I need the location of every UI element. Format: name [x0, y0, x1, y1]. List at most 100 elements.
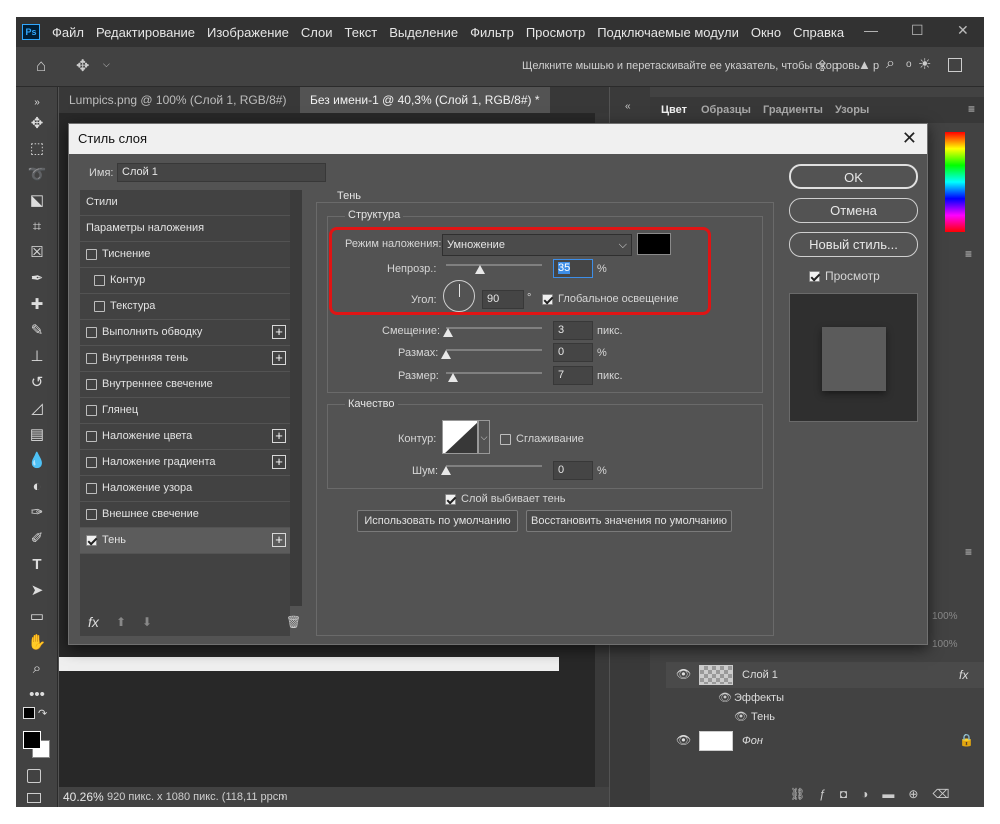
- pen-tool-icon[interactable]: ✑: [27, 503, 47, 523]
- menu-layers[interactable]: Слои: [301, 25, 333, 40]
- menu-edit[interactable]: Редактирование: [96, 25, 195, 40]
- add-effect-icon[interactable]: +: [272, 429, 286, 443]
- menu-select[interactable]: Выделение: [389, 25, 458, 40]
- size-field[interactable]: 7: [553, 366, 593, 385]
- menu-filter[interactable]: Фильтр: [470, 25, 514, 40]
- tab-color[interactable]: Цвет: [661, 97, 687, 123]
- share-icon[interactable]: ⇪: [816, 57, 829, 75]
- panel-menu-icon[interactable]: ≡: [965, 545, 972, 559]
- marquee-tool-icon[interactable]: ⬚: [27, 139, 47, 159]
- shape-tool-icon[interactable]: ▭: [27, 607, 47, 627]
- layer-actions-bar[interactable]: ⛓ƒ◘◑▬⊕⌫: [790, 787, 963, 801]
- knockout-checkbox[interactable]: Слой выбивает тень: [445, 493, 566, 505]
- zoom-level[interactable]: 40.26%: [63, 787, 104, 807]
- eye-icon[interactable]: 👁: [676, 733, 691, 747]
- crop-tool-icon[interactable]: ⌗: [27, 217, 47, 237]
- checkbox-icon[interactable]: [86, 482, 97, 494]
- history-brush-icon[interactable]: ↺: [27, 373, 47, 393]
- checkbox-icon[interactable]: [94, 300, 105, 312]
- opacity-value[interactable]: 100%: [932, 611, 958, 622]
- tab-swatches[interactable]: Образцы: [701, 97, 751, 123]
- home-icon[interactable]: ⌂: [36, 56, 46, 76]
- move-tool-icon[interactable]: ✥: [76, 56, 89, 76]
- eye-icon[interactable]: 👁: [676, 667, 691, 681]
- layer-effects-label[interactable]: Эффекты: [734, 692, 784, 704]
- reset-default-button[interactable]: Восстановить значения по умолчанию: [526, 510, 732, 532]
- layer-name[interactable]: Фон: [742, 735, 763, 747]
- collapse-icon[interactable]: «: [625, 101, 631, 112]
- menu-image[interactable]: Изображение: [207, 25, 289, 40]
- style-item[interactable]: Стили: [80, 190, 290, 216]
- light-icon[interactable]: ☀: [918, 55, 931, 73]
- frame-tool-icon[interactable]: ☒: [27, 243, 47, 263]
- dodge-tool-icon[interactable]: ◐: [27, 477, 47, 497]
- trash-icon[interactable]: 🗑: [286, 615, 301, 629]
- checkbox-icon[interactable]: [86, 378, 97, 390]
- style-item[interactable]: Контур: [80, 268, 290, 294]
- add-effect-icon[interactable]: +: [272, 325, 286, 339]
- bell-icon[interactable]: ▲: [858, 57, 871, 72]
- fill-value[interactable]: 100%: [932, 639, 958, 650]
- noise-slider-thumb[interactable]: [441, 466, 451, 475]
- style-item[interactable]: Текстура: [80, 294, 290, 320]
- style-list-scrollbar[interactable]: [290, 190, 302, 606]
- make-default-button[interactable]: Использовать по умолчанию: [357, 510, 518, 532]
- checkbox-icon[interactable]: [86, 404, 97, 416]
- spread-slider-track[interactable]: [446, 349, 542, 351]
- eraser-icon[interactable]: ◿: [27, 399, 47, 419]
- cancel-button[interactable]: Отмена: [789, 198, 918, 223]
- brush-tool-icon[interactable]: ✎: [27, 321, 47, 341]
- new-style-button[interactable]: Новый стиль...: [789, 232, 918, 257]
- style-item[interactable]: Внешнее свечение: [80, 502, 290, 528]
- distance-slider-track[interactable]: [446, 327, 542, 329]
- minimize-button[interactable]: —: [864, 22, 878, 38]
- tab-untitled[interactable]: Без имени-1 @ 40,3% (Слой 1, RGB/8#) * ✕: [300, 87, 550, 133]
- checkbox-icon[interactable]: [86, 326, 97, 338]
- move-tool-icon[interactable]: ✥: [27, 114, 47, 134]
- noise-field[interactable]: 0: [553, 461, 593, 480]
- menu-plugins[interactable]: Подключаемые модули: [597, 25, 739, 40]
- move-down-icon[interactable]: ⬇: [142, 615, 152, 629]
- healing-brush-icon[interactable]: ✚: [27, 295, 47, 315]
- tab-gradients[interactable]: Градиенты: [763, 97, 823, 123]
- layer-name[interactable]: Слой 1: [742, 669, 778, 681]
- preview-checkbox[interactable]: Просмотр: [809, 269, 880, 283]
- dialog-close-button[interactable]: ✕: [902, 128, 917, 148]
- contour-preview[interactable]: [442, 420, 478, 454]
- style-item[interactable]: Глянец: [80, 398, 290, 424]
- chevron-down-icon[interactable]: ⌵: [103, 59, 110, 70]
- swap-colors-icon[interactable]: ↷: [38, 707, 47, 720]
- eyedropper-icon[interactable]: ✒: [27, 269, 47, 289]
- checkbox-icon[interactable]: [86, 248, 97, 260]
- checkbox-icon[interactable]: [86, 508, 97, 520]
- menu-file[interactable]: Файл: [52, 25, 84, 40]
- spread-slider-thumb[interactable]: [441, 350, 451, 359]
- path-select-icon[interactable]: ➤: [27, 581, 47, 601]
- checkbox-icon[interactable]: [86, 352, 97, 364]
- eye-icon[interactable]: 👁: [718, 691, 732, 704]
- checkbox-icon[interactable]: [94, 274, 105, 286]
- style-item[interactable]: Тиснение: [80, 242, 290, 268]
- window-close-button[interactable]: ✕: [957, 22, 969, 39]
- fx-icon[interactable]: fx: [88, 614, 99, 630]
- menu-view[interactable]: Просмотр: [526, 25, 585, 40]
- object-select-icon[interactable]: ⬕: [27, 191, 47, 211]
- checkbox-icon[interactable]: [86, 456, 97, 468]
- style-item[interactable]: Наложение цвета +: [80, 424, 290, 450]
- tab-lumpics[interactable]: Lumpics.png @ 100% (Слой 1, RGB/8#) ✕: [59, 87, 299, 133]
- tab-patterns[interactable]: Узоры: [835, 97, 869, 123]
- search-icon[interactable]: ⌕: [886, 55, 895, 73]
- gradient-tool-icon[interactable]: ▤: [27, 425, 47, 445]
- distance-slider-thumb[interactable]: [443, 328, 453, 337]
- style-item[interactable]: Внутренняя тень +: [80, 346, 290, 372]
- default-colors-icon[interactable]: [23, 707, 35, 719]
- lock-icon[interactable]: 🔒: [959, 733, 974, 747]
- lasso-tool-icon[interactable]: ➰: [27, 165, 47, 185]
- hand-tool-icon[interactable]: ✋: [27, 633, 47, 653]
- maximize-button[interactable]: ☐: [911, 22, 924, 39]
- pen2-tool-icon[interactable]: ✐: [27, 529, 47, 549]
- panel-menu-icon[interactable]: ≡: [965, 247, 979, 267]
- workspace-icon[interactable]: [948, 58, 962, 72]
- distance-field[interactable]: 3: [553, 321, 593, 340]
- eye-icon[interactable]: 👁: [734, 710, 748, 723]
